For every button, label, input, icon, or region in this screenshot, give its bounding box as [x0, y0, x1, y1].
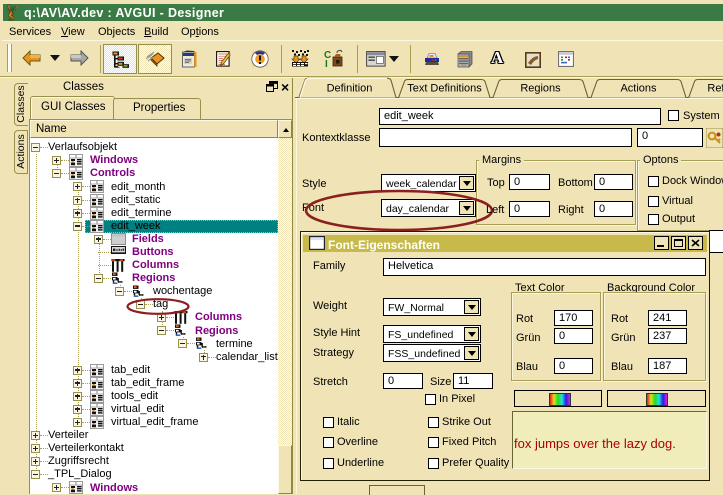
svg-text:I: I — [325, 59, 328, 68]
svg-text:Actions: Actions — [620, 83, 657, 95]
svg-text:Text Definitions: Text Definitions — [407, 83, 482, 95]
svg-text:Regions: Regions — [520, 83, 561, 95]
svg-text:Definition: Definition — [327, 83, 373, 95]
svg-text:Refe: Refe — [707, 83, 723, 95]
